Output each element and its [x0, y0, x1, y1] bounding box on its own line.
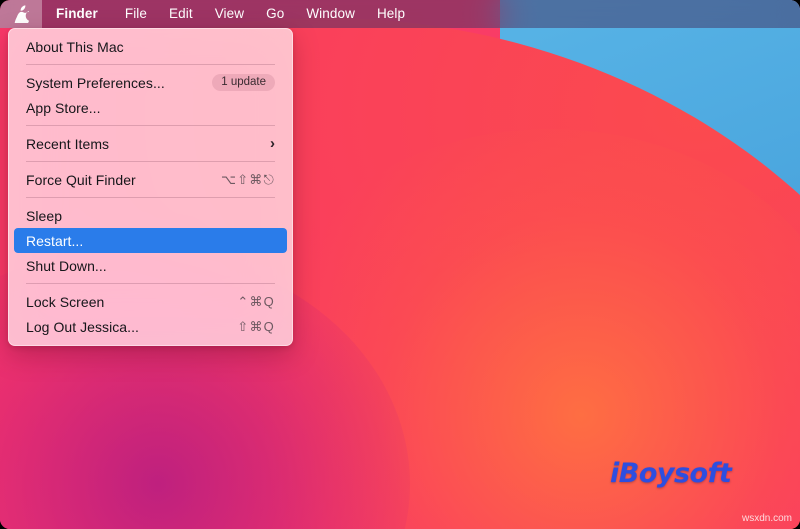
menu-bar: Finder File Edit View Go Window Help — [0, 0, 800, 28]
menu-item-label: Shut Down... — [26, 257, 107, 274]
keyboard-shortcut: ⇧⌘Q — [237, 318, 275, 334]
menu-bar-items: Finder File Edit View Go Window Help — [42, 0, 416, 28]
menu-separator — [26, 125, 275, 126]
menu-item-restart[interactable]: Restart... — [14, 228, 287, 253]
chevron-right-icon: › — [270, 135, 275, 152]
menu-item-label: About This Mac — [26, 38, 124, 55]
menu-item-shut-down[interactable]: Shut Down... — [14, 253, 287, 278]
apple-menu-list: About This Mac System Preferences... 1 upd… — [9, 34, 292, 339]
menu-item-sleep[interactable]: Sleep — [14, 203, 287, 228]
menu-item-label: Log Out Jessica... — [26, 318, 139, 335]
menubar-item-go[interactable]: Go — [255, 0, 295, 28]
menubar-item-edit[interactable]: Edit — [158, 0, 204, 28]
menubar-item-file[interactable]: File — [114, 0, 158, 28]
menu-item-label: Sleep — [26, 207, 63, 224]
apple-dropdown-menu[interactable]: About This Mac System Preferences... 1 upd… — [8, 28, 293, 346]
menu-item-log-out-jessica[interactable]: Log Out Jessica... ⇧⌘Q — [14, 314, 287, 339]
menubar-item-finder[interactable]: Finder — [42, 0, 114, 28]
menu-item-about-this-mac[interactable]: About This Mac — [14, 34, 287, 59]
keyboard-shortcut: ⌃⌘Q — [237, 293, 275, 309]
menu-item-app-store[interactable]: App Store... — [14, 95, 287, 120]
menu-separator — [26, 64, 275, 65]
update-badge: 1 update — [212, 74, 275, 91]
menu-item-force-quit-finder[interactable]: Force Quit Finder ⌥⇧⌘⎋ — [14, 167, 287, 192]
menubar-item-view[interactable]: View — [204, 0, 255, 28]
keyboard-shortcut: ⌥⇧⌘⎋ — [221, 171, 275, 187]
menu-item-system-preferences[interactable]: System Preferences... 1 update — [14, 70, 287, 95]
menu-item-label: App Store... — [26, 99, 101, 116]
menu-item-label: Recent Items — [26, 135, 110, 152]
menu-item-lock-screen[interactable]: Lock Screen ⌃⌘Q — [14, 289, 287, 314]
menubar-item-help[interactable]: Help — [366, 0, 416, 28]
desktop-screen: Finder File Edit View Go Window Help About Thi… — [0, 0, 800, 529]
menu-item-label: Force Quit Finder — [26, 171, 136, 188]
menu-item-recent-items[interactable]: Recent Items › — [14, 131, 287, 156]
apple-logo-icon — [14, 5, 29, 23]
menubar-item-window[interactable]: Window — [295, 0, 366, 28]
menu-item-label: Restart... — [26, 232, 84, 249]
apple-menu-button[interactable] — [0, 0, 42, 28]
menu-separator — [26, 283, 275, 284]
menu-separator — [26, 161, 275, 162]
iboysoft-watermark: iBoysoft — [610, 458, 732, 489]
menu-item-label: Lock Screen — [26, 293, 105, 310]
wsxdn-watermark: wsxdn.com — [741, 513, 792, 524]
menu-item-label: System Preferences... — [26, 74, 165, 91]
menu-separator — [26, 197, 275, 198]
